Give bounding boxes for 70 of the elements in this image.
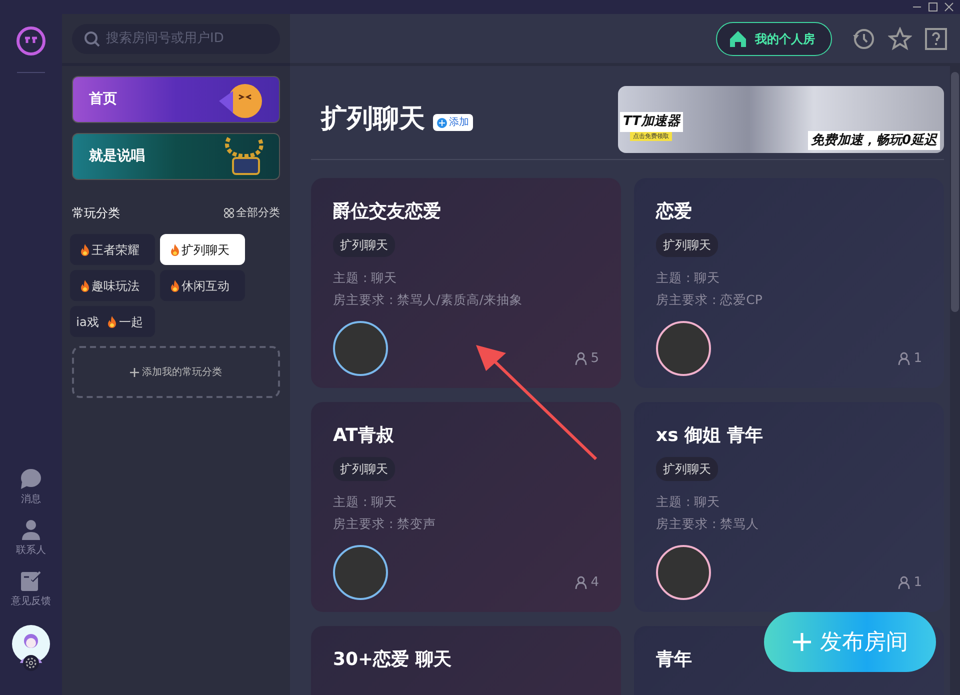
all-categories-link[interactable]: 全部分类 (224, 204, 280, 222)
ad-brand: TT加速器 (620, 112, 684, 132)
feedback-icon[interactable] (20, 570, 42, 592)
member-count: 5 (590, 350, 599, 368)
room-card[interactable]: 恋爱 扩列聊天 主题 : 聊天 房主要求 : 恋爱CP 1 (634, 178, 944, 388)
grid-icon (224, 208, 234, 218)
plus-icon (130, 368, 139, 376)
contact-label[interactable]: 联系人 (16, 543, 46, 558)
category-chip[interactable]: 扩列聊天 (160, 234, 245, 265)
room-title: 30+恋爱 聊天 (333, 648, 452, 672)
search-field[interactable]: 搜索房间号或用户ID (72, 24, 280, 54)
person-icon (574, 576, 587, 589)
room-card[interactable]: xs 御姐 青年 扩列聊天 主题 : 聊天 房主要求 : 禁骂人 1 (634, 402, 944, 612)
room-title: xs 御姐 青年 (656, 424, 764, 448)
room-tag: 扩列聊天 (333, 233, 395, 257)
banner-label: 首页 (89, 90, 117, 109)
room-card[interactable]: 30+恋爱 聊天 (311, 626, 621, 695)
feedback-label[interactable]: 意见反馈 (11, 594, 51, 609)
room-tag: 扩列聊天 (656, 457, 718, 481)
room-topic: 主题 : 聊天 (333, 493, 398, 511)
room-title: 恋爱 (656, 200, 693, 224)
message-icon[interactable] (20, 468, 42, 490)
room-card[interactable]: 爵位交友恋爱 扩列聊天 主题 : 聊天 房主要求 : 禁骂人/素质高/来抽象 5 (311, 178, 621, 388)
help-icon[interactable] (924, 26, 948, 50)
category-banner[interactable]: 就是说唱 (72, 133, 280, 180)
room-title: AT青叔 (333, 424, 395, 448)
page-title: 扩列聊天 (321, 103, 425, 136)
member-count: 1 (914, 350, 922, 368)
user-avatar[interactable] (12, 625, 50, 663)
category-chip[interactable]: ia戏 一起 (70, 306, 155, 337)
room-title: 青年 (656, 648, 693, 672)
category-chip[interactable]: 休闲互动 (160, 270, 245, 301)
plus-circle-icon (437, 118, 447, 128)
room-title: 爵位交友恋爱 (333, 200, 442, 224)
room-requirement: 房主要求 : 禁骂人 (656, 515, 760, 533)
room-topic: 主题 : 聊天 (656, 493, 722, 511)
category-banner[interactable]: 首页 (72, 76, 280, 123)
category-chip[interactable]: 王者荣耀 (70, 234, 155, 265)
member-count: 1 (914, 574, 922, 592)
room-topic: 主题 : 聊天 (333, 269, 398, 287)
plus-icon (792, 632, 812, 652)
room-requirement: 房主要求 : 禁变声 (333, 515, 438, 533)
star-icon[interactable] (888, 26, 912, 50)
person-icon (898, 352, 910, 365)
room-requirement: 房主要求 : 禁骂人/素质高/来抽象 (333, 291, 524, 309)
section-title: 常玩分类 (72, 205, 120, 222)
room-card[interactable]: AT青叔 扩列聊天 主题 : 聊天 房主要求 : 禁变声 4 (311, 402, 621, 612)
add-button[interactable]: 添加 (433, 114, 473, 131)
settings-icon[interactable] (23, 655, 39, 671)
room-topic: 主题 : 聊天 (656, 269, 722, 287)
add-category-button[interactable]: 添加我的常玩分类 (72, 346, 280, 398)
room-requirement: 房主要求 : 恋爱CP (656, 291, 764, 309)
person-icon (574, 352, 587, 365)
close-icon[interactable] (944, 2, 954, 12)
search-icon (84, 30, 100, 46)
room-tag: 扩列聊天 (333, 457, 395, 481)
banner-label: 就是说唱 (89, 147, 145, 166)
maximize-icon[interactable] (928, 2, 938, 12)
member-count: 4 (590, 574, 599, 592)
home-icon (729, 30, 747, 48)
app-logo-icon[interactable] (16, 26, 46, 56)
person-icon (898, 576, 910, 589)
contact-icon[interactable] (20, 519, 42, 541)
category-chip[interactable]: 趣味玩法 (70, 270, 155, 301)
category-label: ia戏 (76, 314, 99, 330)
room-tag: 扩列聊天 (656, 233, 718, 257)
my-room-button[interactable]: 我的个人房 (716, 22, 832, 56)
ad-slogan: 免费加速，畅玩0延迟 (808, 130, 940, 150)
message-label[interactable]: 消息 (21, 492, 41, 507)
history-icon[interactable] (852, 26, 876, 50)
